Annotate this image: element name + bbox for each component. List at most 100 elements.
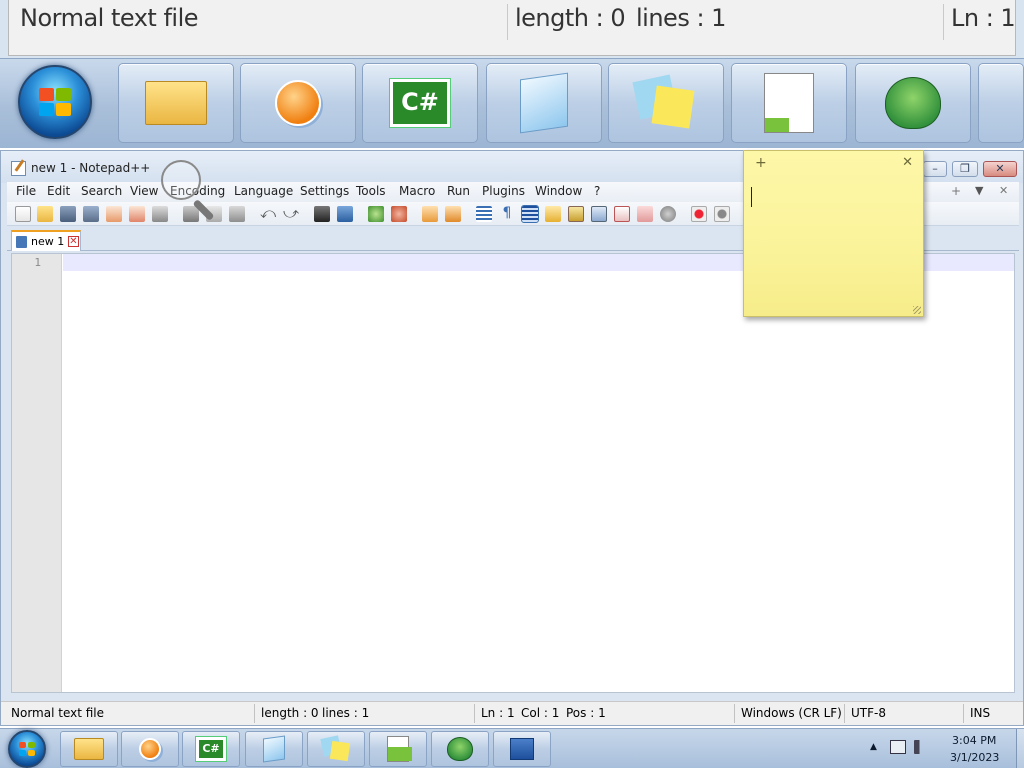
taskbar-notepad[interactable] <box>245 731 303 767</box>
sticky-notes-icon <box>320 735 351 762</box>
taskbar-magnifier[interactable] <box>493 731 551 767</box>
menu-search[interactable]: Search <box>81 184 122 198</box>
delete-note-button[interactable]: ✕ <box>902 155 913 170</box>
new-file-icon[interactable] <box>15 206 31 222</box>
paste-icon[interactable] <box>229 206 245 222</box>
clock-date[interactable]: 3/1/2023 <box>950 751 999 764</box>
print-icon[interactable] <box>152 206 168 222</box>
menu-help[interactable]: ? <box>594 184 600 198</box>
magnified-taskbar: C# <box>0 58 1024 148</box>
sticky-note[interactable]: + ✕ <box>743 150 924 317</box>
divider <box>734 704 735 723</box>
start-button[interactable] <box>8 730 46 768</box>
gecko-icon <box>885 77 941 129</box>
close-button[interactable]: ✕ <box>983 161 1017 177</box>
word-wrap-icon[interactable] <box>476 206 492 222</box>
taskbar-csharp-app[interactable]: C# <box>182 731 240 767</box>
taskbar-media-player[interactable] <box>121 731 179 767</box>
show-hidden-icons-button[interactable]: ▲ <box>870 742 877 752</box>
menu-view[interactable]: View <box>130 184 158 198</box>
open-file-icon[interactable] <box>37 206 53 222</box>
volume-icon[interactable] <box>914 740 928 754</box>
replace-icon[interactable] <box>337 206 353 222</box>
record-macro-icon[interactable] <box>691 206 707 222</box>
indent-guide-icon[interactable] <box>521 205 539 223</box>
monitoring-icon[interactable] <box>660 206 676 222</box>
zoom-out-icon[interactable] <box>391 206 407 222</box>
taskbar-explorer[interactable] <box>60 731 118 767</box>
menu-run[interactable]: Run <box>447 184 470 198</box>
media-player-icon <box>275 80 321 126</box>
status-col: Col : 1 <box>521 706 560 720</box>
show-desktop-button[interactable] <box>1016 729 1024 768</box>
menu-macro[interactable]: Macro <box>399 184 435 198</box>
divider <box>507 4 508 40</box>
sticky-notes-icon <box>632 74 696 129</box>
tab-list-dropdown[interactable]: ▼ <box>975 184 983 197</box>
magnified-notepad-button <box>486 63 602 143</box>
folder-icon <box>74 738 104 760</box>
tab-label: new 1 <box>31 235 65 248</box>
media-player-icon <box>139 738 161 760</box>
status-pos: Pos : 1 <box>566 706 606 720</box>
document-map-icon[interactable] <box>568 206 584 222</box>
close-all-icon[interactable] <box>129 206 145 222</box>
status-encoding[interactable]: UTF-8 <box>851 706 886 720</box>
save-icon[interactable] <box>60 206 76 222</box>
menu-tools[interactable]: Tools <box>356 184 386 198</box>
taskbar-gecko[interactable] <box>431 731 489 767</box>
stop-recording-icon[interactable] <box>714 206 730 222</box>
minimize-button[interactable]: – <box>923 161 947 177</box>
resize-grip[interactable] <box>913 306 921 314</box>
tab-new-1[interactable]: new 1 ✕ <box>11 230 81 251</box>
menu-settings[interactable]: Settings <box>300 184 349 198</box>
system-tray: ▲ 3:04 PM 3/1/2023 <box>866 729 1024 768</box>
status-insert-mode[interactable]: INS <box>970 706 990 720</box>
close-document-control[interactable]: ✕ <box>999 184 1008 197</box>
divider <box>943 4 944 40</box>
save-all-icon[interactable] <box>83 206 99 222</box>
menu-edit[interactable]: Edit <box>47 184 70 198</box>
menu-file[interactable]: File <box>16 184 36 198</box>
folder-as-workspace-icon[interactable] <box>614 206 630 222</box>
find-icon[interactable] <box>314 206 330 222</box>
tab-close-icon[interactable]: ✕ <box>68 236 79 247</box>
redo-icon[interactable]: ⤻ <box>283 206 299 222</box>
magnified-status-ln: Ln : 1 <box>951 4 1016 32</box>
add-note-button[interactable]: + <box>755 155 767 171</box>
magnified-notepadpp-button <box>731 63 847 143</box>
menu-plugins[interactable]: Plugins <box>482 184 525 198</box>
function-list-icon[interactable] <box>591 206 607 222</box>
text-caret <box>751 187 752 207</box>
menu-window[interactable]: Window <box>535 184 582 198</box>
new-tab-control[interactable]: + <box>951 184 961 198</box>
status-eol[interactable]: Windows (CR LF) <box>741 706 842 720</box>
status-bar: Normal text file length : 0 lines : 1 Ln… <box>1 701 1023 725</box>
close-file-icon[interactable] <box>106 206 122 222</box>
taskbar: C# ▲ 3:04 PM 3/1/2023 <box>0 728 1024 768</box>
magnified-csharp-button: C# <box>362 63 478 143</box>
text-editor[interactable]: 1 <box>11 253 1015 693</box>
sync-vertical-icon[interactable] <box>422 206 438 222</box>
restore-button[interactable]: ❐ <box>952 161 978 177</box>
user-defined-language-icon[interactable] <box>545 206 561 222</box>
divider <box>254 704 255 723</box>
notepad-icon <box>263 735 285 763</box>
csharp-icon: C# <box>389 78 451 128</box>
gecko-icon <box>447 737 473 761</box>
menu-language[interactable]: Language <box>234 184 293 198</box>
zoom-in-icon[interactable] <box>368 206 384 222</box>
undo-icon[interactable]: ⤺ <box>260 206 276 222</box>
windows-logo-icon <box>19 742 35 756</box>
sync-horizontal-icon[interactable] <box>445 206 461 222</box>
folder-icon[interactable] <box>637 206 653 222</box>
notepad-plus-plus-icon <box>387 736 412 762</box>
taskbar-notepad-plus-plus[interactable] <box>369 731 427 767</box>
taskbar-sticky-notes[interactable] <box>307 731 365 767</box>
network-icon[interactable] <box>890 740 906 754</box>
clock-time[interactable]: 3:04 PM <box>952 734 996 747</box>
notepad-icon <box>520 72 568 134</box>
status-lines: lines : 1 <box>322 706 370 720</box>
magnified-status-length: length : 0 <box>515 4 626 32</box>
show-all-characters-icon[interactable]: ¶ <box>499 206 515 222</box>
